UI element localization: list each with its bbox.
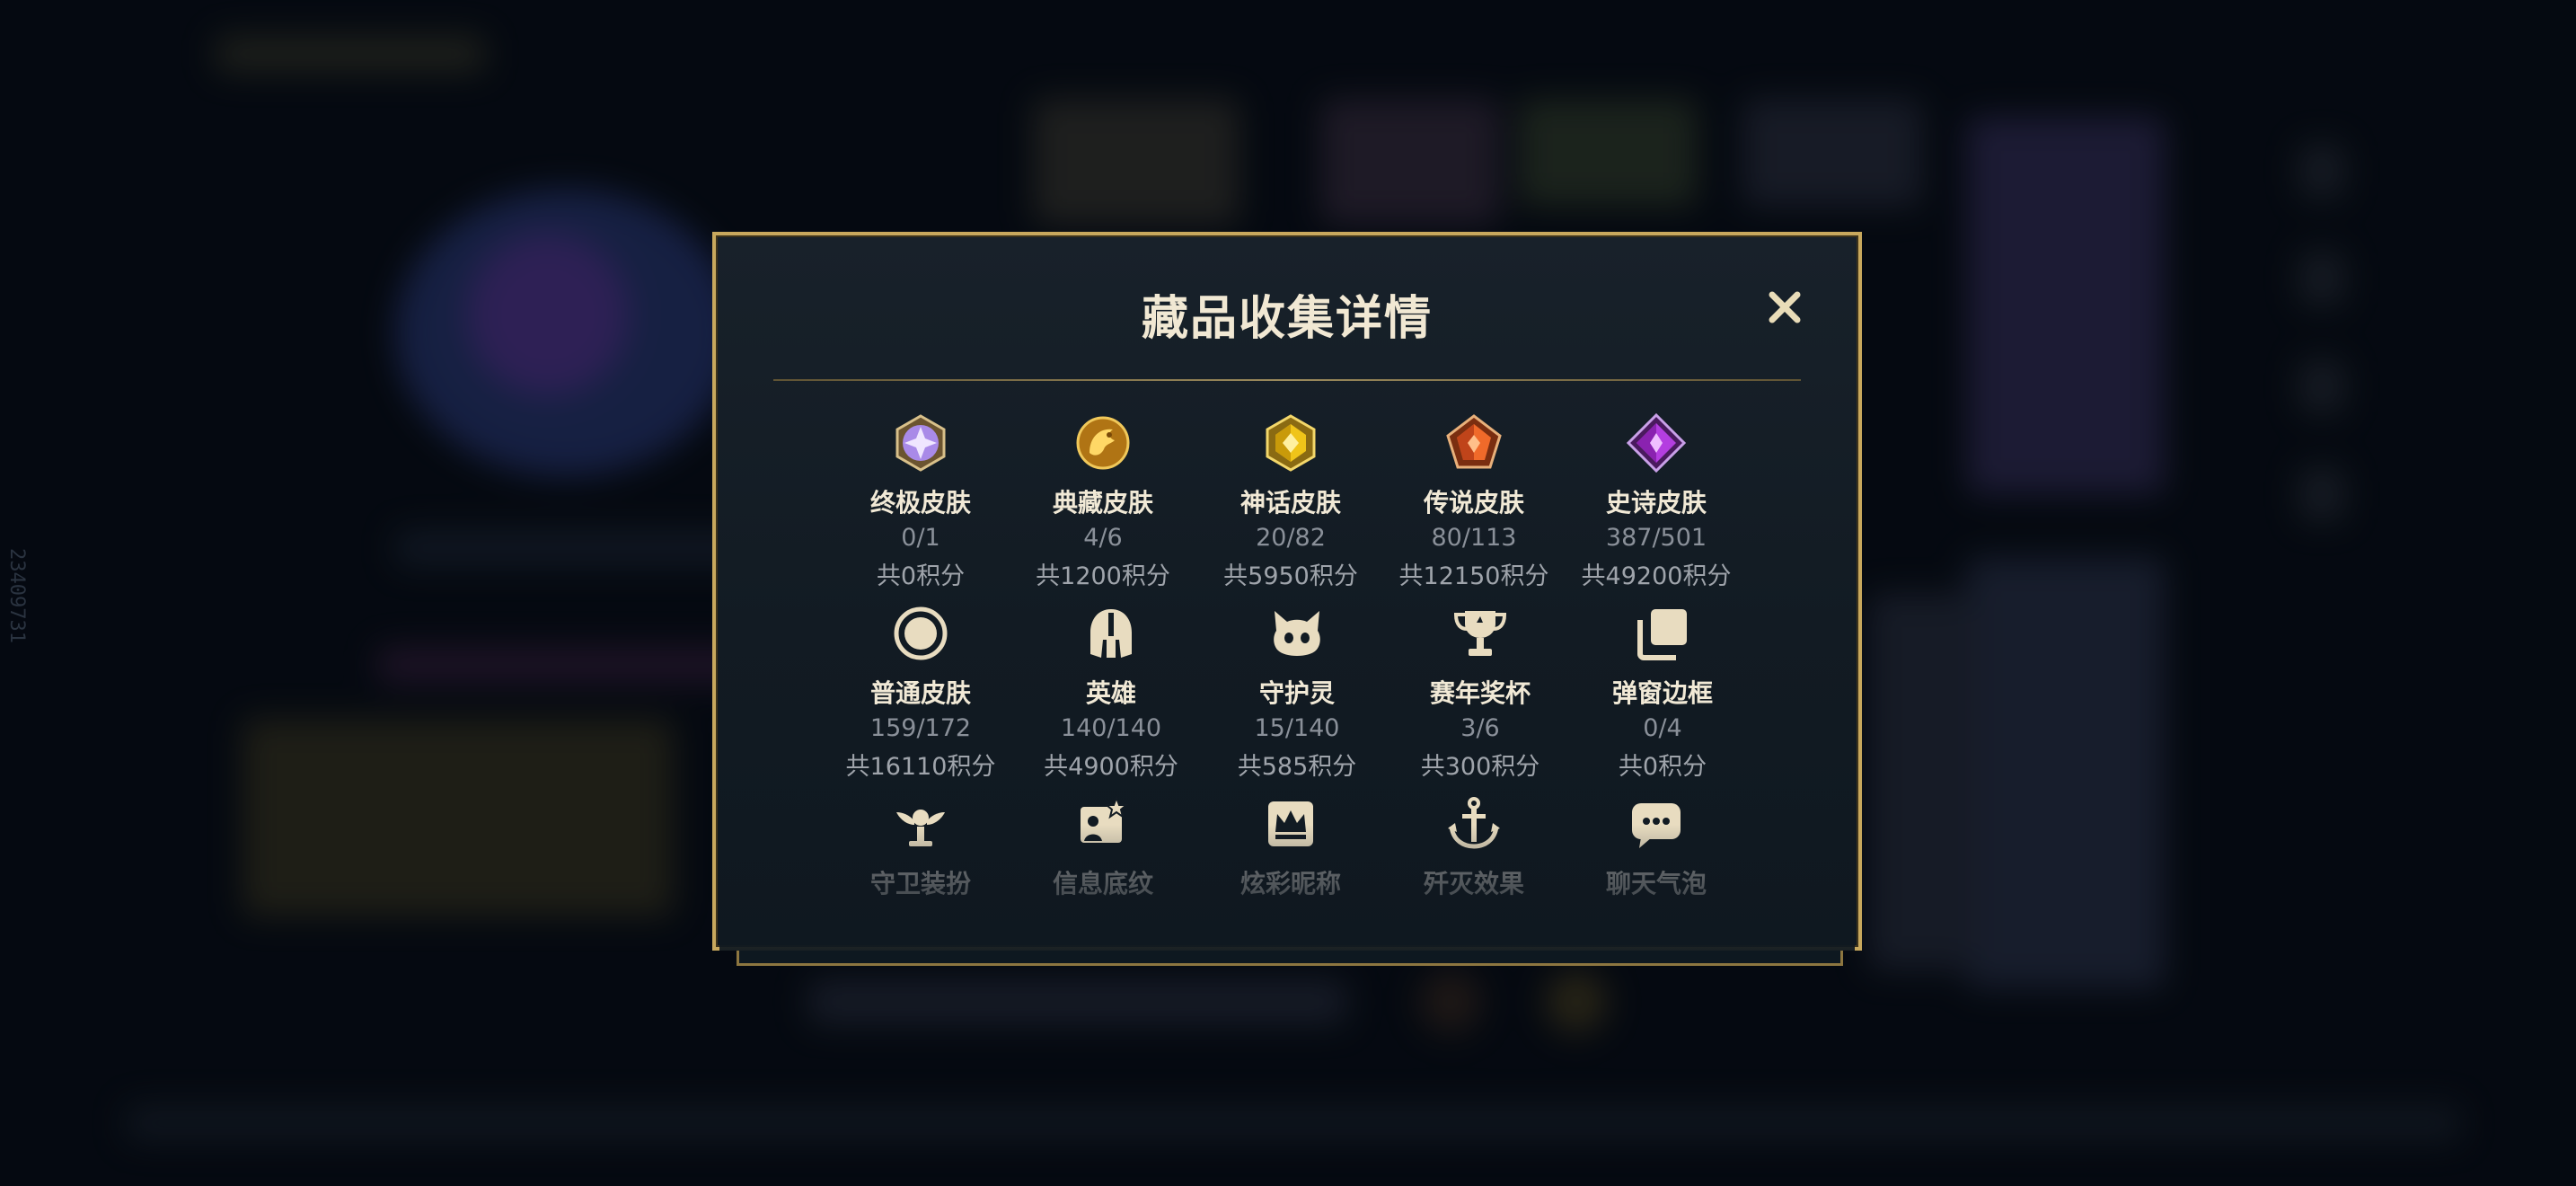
anchor-icon [1444,794,1504,854]
modal-title: 藏品收集详情 [1141,292,1433,346]
collection-item-companion[interactable]: 守护灵 15/140 共585积分 [1216,604,1378,782]
collection-details-modal: 藏品收集详情 终极皮肤 0/1 共0积分 典藏皮肤 4/6 共1200积分 神话… [712,232,1862,951]
collection-row: 终极皮肤 0/1 共0积分 典藏皮肤 4/6 共1200积分 神话皮肤 20/8… [716,413,1858,593]
collection-item-ward-skin[interactable]: 守卫装扮 [840,794,1001,900]
banner-icon [1073,794,1133,854]
collection-item-popup-frame[interactable]: 弹窗边框 0/4 共0积分 [1582,604,1743,782]
frame-icon [1633,604,1692,663]
collection-item-standard-skin[interactable]: 普通皮肤 159/172 共16110积分 [840,604,1001,782]
ward-skin-icon [891,794,950,854]
collection-item-chat-bubble[interactable]: 聊天气泡 [1575,794,1737,900]
collection-item-banner[interactable]: 信息底纹 [1022,794,1184,900]
collection-item-mythic-skin[interactable]: 神话皮肤 20/82 共5950积分 [1210,413,1372,591]
collection-row: 守卫装扮 信息底纹 炫彩昵称 歼灭效果 聊天气泡 [716,794,1858,974]
prestige-skin-icon [1073,413,1133,473]
trophy-icon [1451,604,1510,663]
ultimate-skin-icon [891,413,950,473]
side-id-text: 23409731 [5,548,28,643]
collection-item-colorful-nickname[interactable]: 炫彩昵称 [1210,794,1372,900]
chat-bubble-icon [1627,794,1686,854]
helmet-icon [1081,604,1141,663]
collection-item-ultimate-skin[interactable]: 终极皮肤 0/1 共0积分 [840,413,1001,591]
screen: 23409731 藏品收集详情 终极皮肤 0/1 共0积分 典藏皮肤 4/6 共… [0,0,2576,1186]
collection-row: 普通皮肤 159/172 共16110积分 英雄 140/140 共4900积分 [716,604,1858,783]
close-button[interactable] [1758,280,1812,334]
standard-skin-icon [891,604,950,663]
collection-item-season-trophy[interactable]: 赛年奖杯 3/6 共300积分 [1399,604,1561,782]
collection-item-legendary-skin[interactable]: 传说皮肤 80/113 共12150积分 [1393,413,1555,591]
collection-item-prestige-skin[interactable]: 典藏皮肤 4/6 共1200积分 [1022,413,1184,591]
close-icon [1769,291,1801,323]
collection-item-epic-skin[interactable]: 史诗皮肤 387/501 共49200积分 [1575,413,1737,591]
epic-skin-icon [1627,413,1686,473]
title-divider [773,379,1801,381]
legendary-skin-icon [1444,413,1504,473]
collection-item-champion[interactable]: 英雄 140/140 共4900积分 [1030,604,1192,782]
collection-item-annihilation-effect[interactable]: 歼灭效果 [1393,794,1555,900]
companion-icon [1267,604,1327,663]
mythic-skin-icon [1261,413,1320,473]
crown-icon [1261,794,1320,854]
